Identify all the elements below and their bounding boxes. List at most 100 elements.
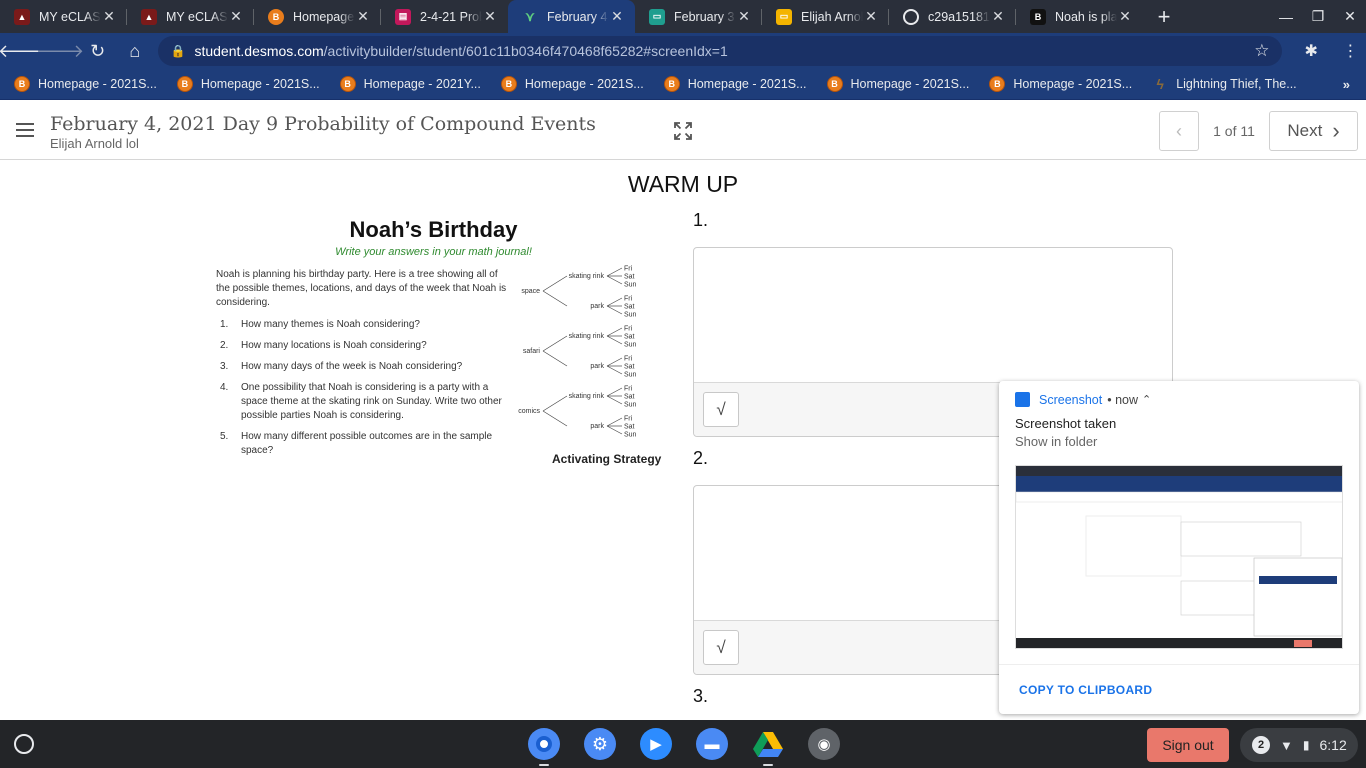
- slides-icon: ▤: [395, 8, 411, 25]
- forward-icon[interactable]: 🡒: [36, 35, 84, 67]
- tree-branch: [606, 365, 623, 375]
- chromeos-shelf: ⚙ ▶ ▬ ◉ Sign out 2 ▼ ▮ 6:12: [0, 720, 1366, 768]
- tree-theme-label: comics: [518, 408, 540, 415]
- question-number: 2.: [693, 448, 709, 468]
- extensions-icon[interactable]: ✱: [1296, 35, 1327, 67]
- tab-title: MY eCLASS: [166, 9, 228, 24]
- back-icon[interactable]: 🡐: [0, 35, 46, 67]
- close-tab-icon[interactable]: ✕: [1117, 8, 1133, 25]
- browser-tab[interactable]: ▲ MY eCLASS ✕: [0, 0, 127, 33]
- status-tray[interactable]: 2 ▼ ▮ 6:12: [1240, 728, 1358, 762]
- browser-tab[interactable]: ▭ February 3 S ✕: [635, 0, 762, 33]
- browser-tab-active[interactable]: ⋎ February 4, 2 ✕: [508, 0, 635, 33]
- close-tab-icon[interactable]: ✕: [863, 8, 879, 25]
- launcher-icon[interactable]: [14, 734, 34, 754]
- files-icon[interactable]: ▬: [696, 728, 728, 760]
- tab-title: c29a15181: [928, 9, 990, 24]
- bookmark-item[interactable]: B Homepage - 2021Y...: [339, 70, 501, 98]
- show-in-folder-link[interactable]: Show in folder: [1015, 434, 1097, 449]
- previous-screen-button[interactable]: ‹: [1159, 111, 1199, 151]
- square-root-icon: √: [716, 399, 726, 419]
- chrome-icon[interactable]: [528, 728, 560, 766]
- fullscreen-icon[interactable]: [673, 121, 693, 141]
- bolt-icon: B: [14, 76, 30, 92]
- tree-location-label: skating rink: [569, 333, 605, 340]
- bookmark-item[interactable]: B Homepage - 2021S...: [176, 70, 340, 98]
- screenshot-notification[interactable]: Screenshot • now ⌃ Screenshot taken Show…: [999, 381, 1359, 714]
- screenshot-thumbnail[interactable]: [1015, 465, 1343, 649]
- tree-location-label: park: [590, 423, 604, 430]
- reload-icon[interactable]: ↻: [82, 35, 113, 67]
- screen-heading: WARM UP: [627, 171, 739, 197]
- tree-branch: [542, 395, 568, 412]
- tree-day-label: Sat: [624, 394, 635, 401]
- close-tab-icon[interactable]: ✕: [736, 8, 752, 25]
- browser-tab[interactable]: ▭ Elijah Arnold ✕: [762, 0, 889, 33]
- page-counter: 1 of 11: [1213, 123, 1255, 139]
- copy-to-clipboard-button[interactable]: COPY TO CLIPBOARD: [999, 664, 1359, 714]
- bookmark-item[interactable]: B Homepage - 2021S...: [826, 70, 990, 98]
- bookmark-item[interactable]: B Homepage - 2021S...: [500, 70, 664, 98]
- notification-time: • now: [1107, 392, 1139, 407]
- math-keypad-button[interactable]: √: [703, 392, 739, 427]
- next-screen-button[interactable]: Next ›: [1269, 111, 1358, 151]
- minimize-icon[interactable]: —: [1270, 0, 1302, 33]
- settings-icon[interactable]: ⚙: [584, 728, 616, 760]
- worksheet-intro: Noah is planning his birthday party. Her…: [216, 269, 507, 308]
- google-drive-icon[interactable]: [752, 728, 784, 766]
- math-keypad-button[interactable]: √: [703, 630, 739, 665]
- tree-location-label: park: [590, 363, 604, 370]
- close-tab-icon[interactable]: ✕: [990, 8, 1006, 25]
- bookmark-item[interactable]: B Homepage - 2021S...: [14, 70, 177, 98]
- square-root-icon: √: [716, 637, 726, 657]
- bookmark-item[interactable]: B Homepage - 2021S...: [989, 70, 1152, 98]
- classroom-icon: ▭: [649, 8, 665, 25]
- notification-app-name: Screenshot: [1039, 392, 1103, 407]
- camera-icon[interactable]: ◉: [808, 728, 840, 760]
- brainly-icon: B: [1030, 8, 1046, 25]
- close-tab-icon[interactable]: ✕: [609, 8, 625, 25]
- tree-day-label: Sun: [624, 312, 637, 319]
- bookmark-item[interactable]: ϟ Lightning Thief, The...: [1152, 70, 1316, 98]
- close-tab-icon[interactable]: ✕: [228, 8, 244, 25]
- tree-branch: [542, 275, 568, 292]
- worksheet-question: 2. How many locations is Noah considering…: [220, 340, 427, 351]
- address-bar[interactable]: 🔒 student.desmos.com/activitybuilder/stu…: [158, 36, 1282, 66]
- tree-day-label: Sun: [624, 372, 637, 379]
- close-tab-icon[interactable]: ✕: [482, 8, 498, 25]
- tab-title: February 3 S: [674, 9, 736, 24]
- sign-out-button[interactable]: Sign out: [1147, 728, 1229, 762]
- browser-tab[interactable]: ▲ MY eCLASS ✕: [127, 0, 254, 33]
- close-tab-icon[interactable]: ✕: [101, 8, 117, 25]
- activity-title: February 4, 2021 Day 9 Probability of Co…: [50, 113, 596, 135]
- zoom-icon[interactable]: ▶: [640, 728, 672, 760]
- bolt-icon: B: [500, 76, 517, 92]
- tree-day-label: Sun: [624, 342, 637, 349]
- chevron-up-icon[interactable]: ⌃: [1142, 393, 1151, 406]
- url-text[interactable]: student.desmos.com/activitybuilder/stude…: [194, 43, 1254, 59]
- tree-day-label: Fri: [624, 296, 633, 303]
- tree-branch: [542, 350, 568, 367]
- close-window-icon[interactable]: ✕: [1334, 0, 1366, 33]
- browser-tab[interactable]: ▤ 2-4-21 Prob ✕: [381, 0, 508, 33]
- tree-branch: [542, 335, 568, 352]
- more-bookmarks-icon[interactable]: »: [1343, 77, 1350, 92]
- hamburger-menu-icon[interactable]: [16, 123, 34, 137]
- tree-day-label: Fri: [624, 386, 633, 393]
- tree-day-label: Fri: [624, 416, 633, 423]
- sheets-icon: ▭: [776, 8, 792, 25]
- new-tab-button[interactable]: +: [1149, 0, 1179, 33]
- bookmark-star-icon[interactable]: ☆: [1254, 41, 1269, 61]
- worksheet-question: 5. How many different possible outcomes a…: [220, 431, 493, 456]
- browser-tab[interactable]: c29a15181 ✕: [889, 0, 1016, 33]
- browser-tab[interactable]: B Homepage - ✕: [254, 0, 381, 33]
- menu-dots-icon[interactable]: ⋮: [1335, 35, 1366, 67]
- question-number: 1.: [693, 210, 709, 230]
- home-icon[interactable]: ⌂: [119, 35, 150, 67]
- restore-icon[interactable]: ❐: [1302, 0, 1334, 33]
- browser-tab[interactable]: B Noah is plan ✕: [1016, 0, 1143, 33]
- bookmark-item[interactable]: B Homepage - 2021S...: [663, 70, 827, 98]
- close-tab-icon[interactable]: ✕: [355, 8, 371, 25]
- worksheet-image: Noah’s Birthday Write your answers in yo…: [212, 215, 667, 475]
- worksheet-strategy-label: Activating Strategy: [552, 452, 662, 466]
